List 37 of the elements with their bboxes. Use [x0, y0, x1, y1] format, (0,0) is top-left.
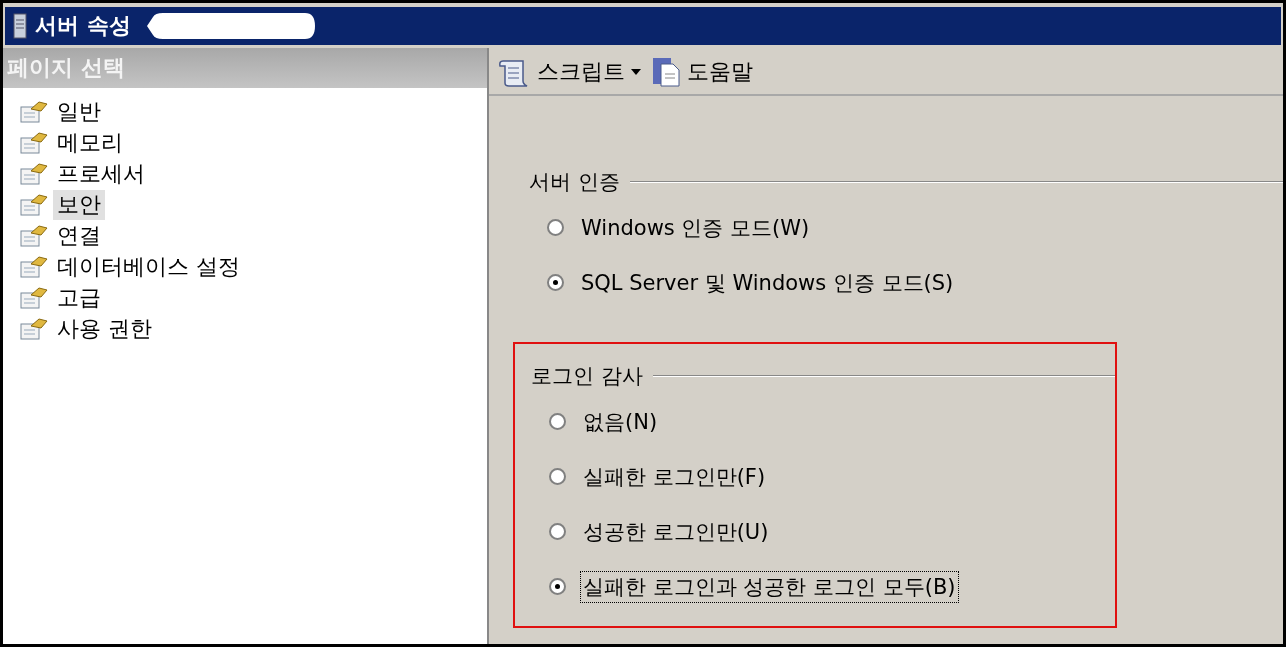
page-icon	[19, 285, 49, 310]
page-item[interactable]: 프로세서	[53, 158, 149, 189]
page-item[interactable]: 사용 권한	[53, 313, 156, 344]
page-icon	[19, 192, 49, 217]
page-icon	[19, 130, 49, 155]
script-button[interactable]: 스크립트	[495, 55, 643, 89]
document-icon	[651, 56, 681, 88]
page-icon	[19, 161, 49, 186]
radio-button[interactable]	[549, 578, 566, 595]
page-item[interactable]: 메모리	[53, 127, 127, 158]
page-item[interactable]: 보안	[53, 189, 105, 220]
page-item[interactable]: 연결	[53, 220, 105, 251]
group-title: 로그인 감사	[531, 363, 643, 390]
option-label: SQL Server 및 Windows 인증 모드(S)	[580, 269, 955, 297]
page-icon	[19, 254, 49, 279]
page-icon	[19, 316, 49, 341]
option-label: 실패한 로그인과 성공한 로그인 모두(B)	[580, 570, 959, 603]
page-icon	[19, 99, 49, 124]
window-title: 서버 속성	[35, 12, 131, 40]
option-label: 없음(N)	[582, 408, 659, 436]
page-item[interactable]: 데이터베이스 설정	[53, 251, 244, 282]
radio-button[interactable]	[549, 523, 566, 540]
page-item[interactable]: 고급	[53, 282, 105, 313]
page-icon	[19, 223, 49, 248]
server-icon	[13, 13, 27, 39]
radio-button[interactable]	[549, 468, 566, 485]
option-label: 성공한 로그인만(U)	[582, 518, 770, 546]
help-button[interactable]: 도움말	[649, 54, 755, 90]
group-title: 서버 인증	[529, 169, 620, 196]
page-item[interactable]: 일반	[53, 96, 105, 127]
option-label: Windows 인증 모드(W)	[580, 214, 811, 242]
panel-header: 페이지 선택	[3, 48, 487, 88]
radio-button[interactable]	[547, 274, 564, 291]
radio-button[interactable]	[549, 413, 566, 430]
radio-button[interactable]	[547, 219, 564, 236]
caret-icon	[631, 69, 641, 75]
option-label: 실패한 로그인만(F)	[582, 463, 767, 491]
